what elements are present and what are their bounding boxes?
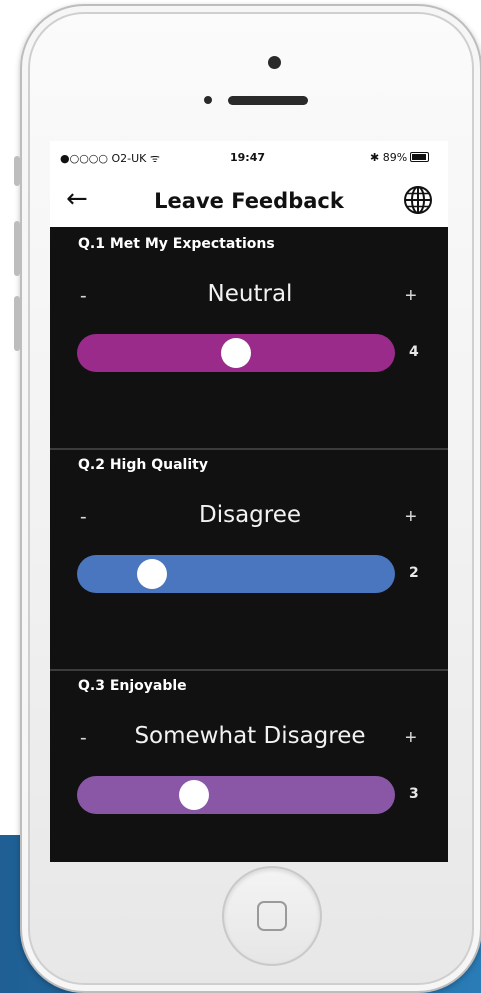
increase-button[interactable]: + — [405, 727, 417, 750]
slider-thumb[interactable] — [221, 338, 251, 368]
proximity-sensor-icon — [204, 96, 212, 104]
question-1: Q.1 Met My Expectations - Neutral + 4 — [50, 227, 448, 450]
question-3: Q.3 Enjoyable - Somewhat Disagree + 3 — [50, 669, 448, 862]
status-bar: ●○○○○ O2-UK ᯤ 19:47 ✱ 89% — [50, 141, 448, 174]
status-time: 19:47 — [230, 151, 266, 164]
increase-button[interactable]: + — [405, 506, 417, 529]
volume-down-button — [14, 296, 20, 351]
answer-text: Disagree — [198, 502, 302, 528]
rating-slider[interactable] — [77, 334, 395, 372]
battery-status: ✱ 89% — [370, 151, 430, 164]
question-label: Q.1 Met My Expectations — [78, 236, 275, 252]
question-2: Q.2 High Quality - Disagree + 2 — [50, 448, 448, 671]
question-label: Q.2 High Quality — [78, 457, 208, 473]
slider-value: 3 — [409, 786, 419, 802]
decrease-button[interactable]: - — [80, 727, 87, 750]
slider-value: 2 — [409, 565, 419, 581]
front-camera-icon — [268, 56, 281, 69]
app-screen: ●○○○○ O2-UK ᯤ 19:47 ✱ 89% ← Leave Feedba… — [50, 141, 448, 862]
increase-button[interactable]: + — [405, 285, 417, 308]
answer-text: Neutral — [207, 281, 293, 307]
nav-bar: ← Leave Feedback — [50, 174, 448, 227]
decrease-button[interactable]: - — [80, 285, 87, 308]
volume-up-button — [14, 221, 20, 276]
rating-slider[interactable] — [77, 776, 395, 814]
home-button-icon — [257, 901, 287, 931]
battery-icon — [410, 152, 430, 162]
carrier-signal: ●○○○○ O2-UK ᯤ — [60, 152, 160, 165]
earpiece-speaker — [228, 96, 308, 105]
question-label: Q.3 Enjoyable — [78, 678, 187, 694]
home-button[interactable] — [222, 866, 322, 966]
decrease-button[interactable]: - — [80, 506, 87, 529]
slider-value: 4 — [409, 344, 419, 360]
battery-fill — [412, 154, 426, 160]
mute-switch — [14, 156, 20, 186]
page-title: Leave Feedback — [154, 189, 344, 213]
slider-thumb[interactable] — [179, 780, 209, 810]
rating-slider[interactable] — [77, 555, 395, 593]
globe-icon[interactable] — [402, 184, 434, 216]
battery-percent: ✱ 89% — [370, 151, 408, 164]
answer-text: Somewhat Disagree — [134, 723, 366, 749]
slider-thumb[interactable] — [137, 559, 167, 589]
